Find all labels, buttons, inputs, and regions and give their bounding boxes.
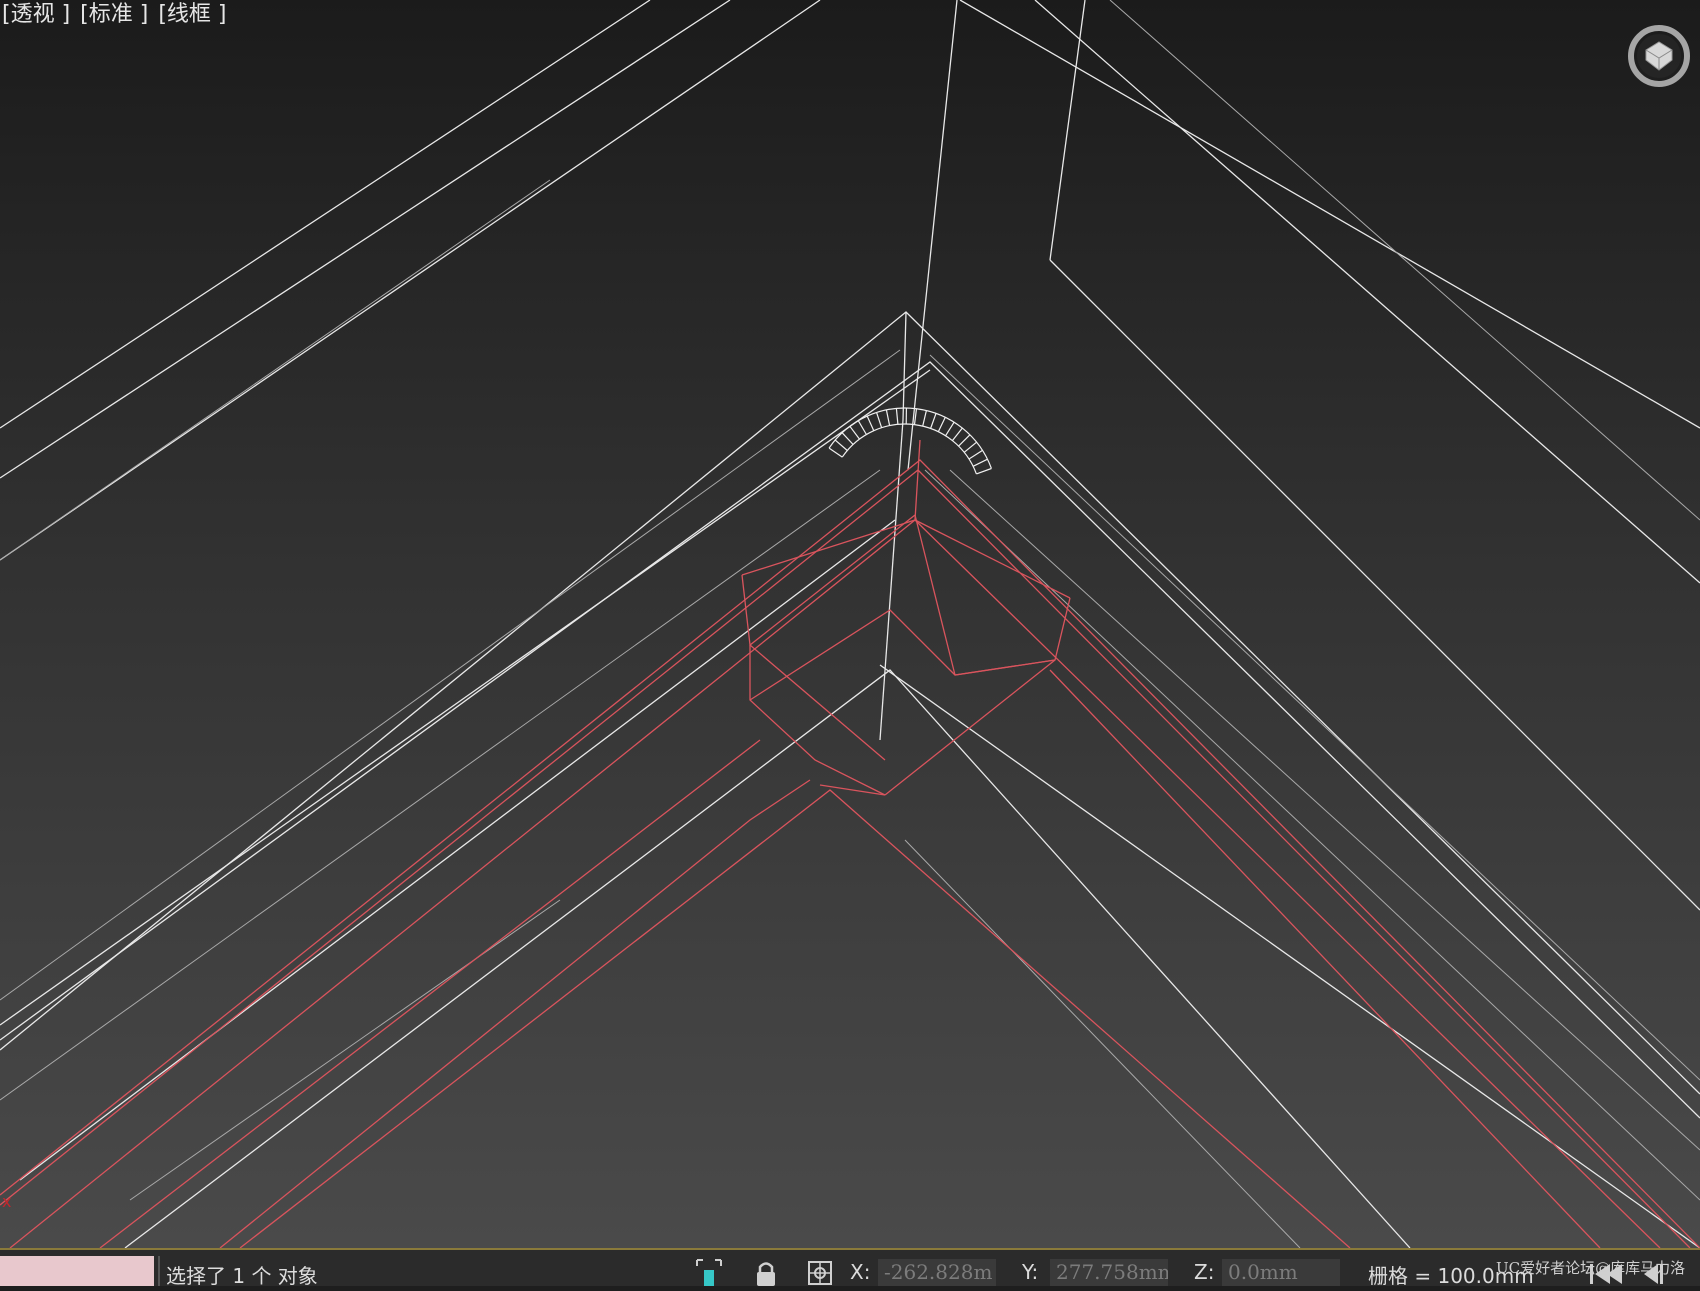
red-edge-15	[750, 645, 885, 760]
white-edge-11	[0, 362, 1700, 1118]
white-edge-8	[903, 312, 906, 420]
arc-tick-12	[931, 413, 936, 428]
white-edge-14	[20, 520, 895, 1180]
x-coordinate-field[interactable]: -262.828m	[878, 1259, 996, 1286]
arc-tick-14	[946, 422, 955, 436]
red-edge-5	[240, 790, 1350, 1248]
red-edge-13	[955, 660, 1055, 675]
arc-tick-20	[976, 469, 991, 474]
white-edge-3	[1035, 0, 1700, 583]
gray-wireframe	[0, 0, 1700, 1248]
arc-tick-1	[835, 440, 847, 450]
white-edge-10	[908, 0, 957, 470]
status-bar: 选择了 1 个 对象 X: -262.828m Y: 277.758mm Z: …	[0, 1248, 1700, 1286]
arc-tick-5	[867, 416, 874, 431]
red-edge-6	[915, 440, 920, 520]
arc-inner	[842, 424, 976, 474]
selection-lock-icon[interactable]	[694, 1258, 724, 1286]
forum-watermark: UC爱好者论坛@库库马力洛	[1496, 1257, 1685, 1278]
absolute-mode-icon[interactable]	[805, 1258, 835, 1286]
white-edge-0	[0, 0, 650, 428]
arc-tick-16	[959, 435, 970, 446]
viewport-label-wireframe[interactable]: [线框 ]	[158, 0, 226, 30]
selection-status-text: 选择了 1 个 对象	[166, 1260, 318, 1289]
gray-edge-7	[905, 840, 1300, 1248]
white-edge-6	[1050, 260, 1700, 910]
red-edge-8	[742, 515, 915, 645]
arc-tick-15	[952, 428, 962, 441]
maxscript-listener-mini[interactable]	[0, 1256, 154, 1286]
gray-edge-1	[1110, 0, 1700, 520]
viewport-label-menu: [透视 ] [标准 ] [线框 ]	[2, 0, 227, 30]
red-edge-10	[750, 610, 1055, 700]
arc-tick-2	[842, 433, 853, 445]
red-edge-11	[885, 598, 1070, 795]
status-divider	[158, 1256, 160, 1286]
white-edge-13	[125, 670, 1410, 1248]
arc-tick-3	[850, 426, 860, 439]
arc-tick-7	[886, 410, 889, 426]
arc-tick-11	[923, 411, 927, 427]
arc-tick-4	[858, 421, 866, 435]
arc-tick-8	[896, 408, 898, 424]
white-edge-7	[0, 312, 1700, 1094]
red-edge-7	[742, 520, 1070, 598]
arc-tick-6	[877, 413, 882, 428]
arc-tick-10	[915, 409, 917, 425]
perspective-viewport[interactable]: [透视 ] [标准 ] [线框 ] x	[0, 0, 1700, 1248]
white-wireframe	[0, 0, 1700, 1248]
lock-icon[interactable]	[751, 1258, 781, 1286]
white-edge-5	[1050, 0, 1085, 260]
viewcube-icon[interactable]	[1624, 20, 1694, 90]
red-edge-2	[10, 520, 1660, 1248]
gray-edge-3	[930, 355, 1700, 1080]
world-axis-x-label: x	[2, 1192, 11, 1211]
z-coordinate-label: Z:	[1194, 1260, 1214, 1284]
arc-tick-18	[969, 450, 983, 459]
gray-edge-4	[0, 470, 880, 1100]
white-edge-15	[880, 665, 1700, 1248]
viewport-label-shading[interactable]: [标准 ]	[80, 0, 148, 30]
z-coordinate-field[interactable]: 0.0mm	[1222, 1259, 1340, 1286]
arc-tick-17	[964, 442, 976, 452]
red-edge-3	[100, 670, 1600, 1248]
viewport-label-perspective[interactable]: [透视 ]	[2, 0, 70, 30]
gray-edge-2	[0, 350, 900, 1000]
red-edge-9	[750, 645, 885, 795]
wireframe-scene	[0, 0, 1700, 1248]
white-edge-2	[0, 0, 730, 478]
y-coordinate-label: Y:	[1022, 1260, 1038, 1284]
white-edge-9	[880, 420, 903, 740]
arc-tick-19	[973, 459, 987, 466]
white-edge-4	[0, 0, 820, 560]
gray-edge-5	[925, 470, 1700, 1200]
gray-edge-8	[950, 470, 1700, 1150]
y-coordinate-field[interactable]: 277.758mm	[1050, 1259, 1168, 1286]
arc-tick-13	[938, 417, 945, 431]
arc-tick-0	[829, 448, 842, 457]
x-coordinate-label: X:	[850, 1260, 870, 1284]
white-edge-12	[0, 370, 930, 1025]
red-edge-4	[220, 780, 810, 1248]
white-edge-1	[960, 0, 1700, 428]
gray-edge-0	[0, 180, 550, 560]
selected-object-wireframe	[0, 440, 1700, 1248]
